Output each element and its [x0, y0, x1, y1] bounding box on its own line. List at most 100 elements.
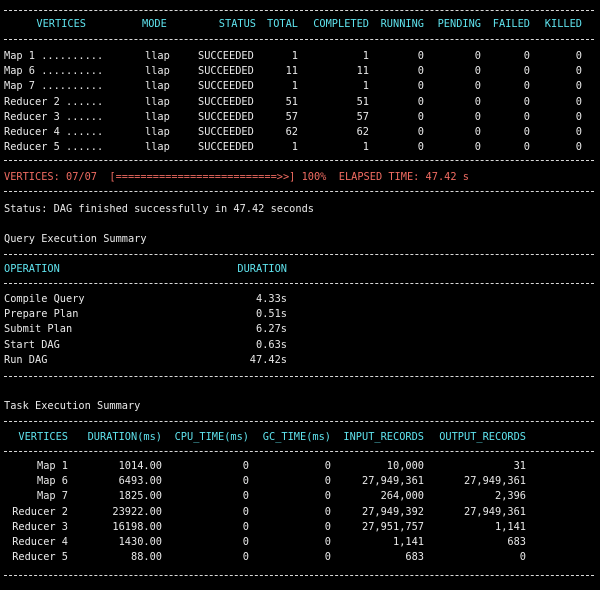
vertices-cell: llap	[145, 110, 170, 123]
divider	[4, 451, 594, 452]
task-cell: Reducer 3	[12, 520, 68, 533]
vertices-cell: 0	[523, 65, 530, 78]
vertices-cell: 0	[575, 50, 582, 62]
vertices-cell: SUCCEEDED	[198, 110, 254, 123]
task-cell: 88.00	[131, 551, 162, 564]
task-cell: 1,141	[393, 536, 424, 548]
task-cell: 683	[507, 536, 526, 548]
status-line: Status: DAG finished successfully in 47.…	[4, 203, 314, 215]
task-cell: 1014.00	[118, 460, 162, 472]
vertices-cell: 51	[356, 95, 369, 108]
vertices-cell: 51	[285, 95, 298, 108]
task-cell: 2,396	[495, 490, 526, 503]
vertices-cell: 0	[575, 110, 582, 123]
divider	[4, 39, 594, 40]
vertices-header-0: VERTICES	[36, 18, 86, 30]
vertices-cell: SUCCEEDED	[198, 80, 254, 93]
task-cell: 0	[242, 475, 249, 488]
vertices-cell: 0	[417, 126, 424, 138]
divider	[4, 283, 594, 284]
vertices-cell: Reducer 3 ......	[4, 110, 104, 123]
vertices-cell: 0	[417, 110, 424, 123]
query-header-operation: OPERATION	[4, 263, 60, 275]
task-cell: 0	[324, 475, 331, 488]
task-summary-title: Task Execution Summary	[4, 400, 141, 412]
task-cell: 0	[242, 505, 249, 518]
vertices-cell: 0	[417, 141, 424, 154]
vertices-cell: 0	[474, 50, 481, 62]
vertices-cell: SUCCEEDED	[198, 95, 254, 108]
vertices-cell: 0	[474, 80, 481, 93]
vertices-cell: Map 6 ..........	[4, 65, 104, 78]
task-header-0: VERTICES	[18, 431, 68, 443]
query-operation: Run DAG	[4, 353, 48, 366]
task-cell: 264,000	[380, 490, 424, 503]
vertices-header-1: MODE	[142, 18, 167, 30]
vertices-header-5: RUNNING	[380, 18, 424, 30]
vertices-cell: 11	[356, 65, 369, 78]
vertices-cell: Reducer 2 ......	[4, 95, 104, 108]
vertices-cell: 0	[474, 126, 481, 138]
task-header-1: DURATION(ms)	[87, 431, 162, 443]
vertices-cell: 57	[285, 110, 298, 123]
task-cell: 0	[242, 536, 249, 548]
task-cell: 10,000	[386, 460, 424, 472]
vertices-cell: 0	[417, 80, 424, 93]
query-duration: 0.51s	[256, 308, 287, 321]
query-operation: Submit Plan	[4, 323, 73, 336]
vertices-cell: llap	[145, 126, 170, 138]
vertices-cell: 0	[575, 95, 582, 108]
task-header-3: GC_TIME(ms)	[262, 431, 331, 443]
vertices-cell: 0	[523, 95, 530, 108]
vertices-cell: Reducer 4 ......	[4, 126, 104, 138]
divider	[4, 421, 594, 422]
task-cell: 23922.00	[112, 505, 162, 518]
vertices-cell: 1	[291, 50, 298, 62]
vertices-cell: 1	[362, 50, 369, 62]
vertices-cell: 57	[356, 110, 369, 123]
task-cell: 0	[324, 520, 331, 533]
vertices-cell: 0	[575, 141, 582, 154]
vertices-header-8: KILLED	[544, 18, 582, 30]
vertices-cell: 11	[285, 65, 298, 78]
vertices-header-4: COMPLETED	[313, 18, 369, 30]
task-cell: 31	[513, 460, 526, 472]
vertices-cell: SUCCEEDED	[198, 141, 254, 154]
vertices-cell: 0	[523, 110, 530, 123]
vertices-header-2: STATUS	[218, 18, 256, 30]
task-cell: Reducer 5	[12, 551, 68, 564]
task-cell: Map 1	[37, 460, 68, 472]
vertices-cell: 0	[417, 50, 424, 62]
query-duration: 4.33s	[256, 293, 287, 305]
vertices-cell: 1	[362, 141, 369, 154]
task-cell: 0	[324, 505, 331, 518]
vertices-cell: 0	[417, 95, 424, 108]
task-cell: Map 7	[37, 490, 68, 503]
task-cell: 27,949,361	[464, 505, 526, 518]
vertices-cell: llap	[145, 65, 170, 78]
task-cell: 27,949,361	[362, 475, 424, 488]
query-duration: 6.27s	[256, 323, 287, 336]
progress-line: VERTICES: 07/07 [=======================…	[4, 171, 469, 183]
vertices-cell: SUCCEEDED	[198, 50, 254, 62]
query-header-duration: DURATION	[237, 263, 287, 275]
vertices-cell: 0	[417, 65, 424, 78]
task-cell: 6493.00	[118, 475, 162, 488]
task-cell: 27,949,361	[464, 475, 526, 488]
query-operation: Start DAG	[4, 338, 60, 351]
task-cell: 0	[242, 520, 249, 533]
vertices-cell: 0	[523, 50, 530, 62]
query-duration: 0.63s	[256, 338, 287, 351]
task-cell: 1,141	[495, 520, 526, 533]
vertices-header-3: TOTAL	[267, 18, 298, 30]
vertices-cell: 0	[474, 65, 481, 78]
vertices-header-6: PENDING	[437, 18, 481, 30]
query-operation: Compile Query	[4, 293, 85, 305]
task-cell: 27,951,757	[362, 520, 424, 533]
query-operation: Prepare Plan	[4, 308, 79, 321]
divider	[4, 160, 594, 161]
task-header-2: CPU_TIME(ms)	[174, 431, 249, 443]
vertices-cell: 1	[291, 141, 298, 154]
vertices-header-7: FAILED	[492, 18, 530, 30]
task-cell: Reducer 4	[12, 536, 68, 548]
